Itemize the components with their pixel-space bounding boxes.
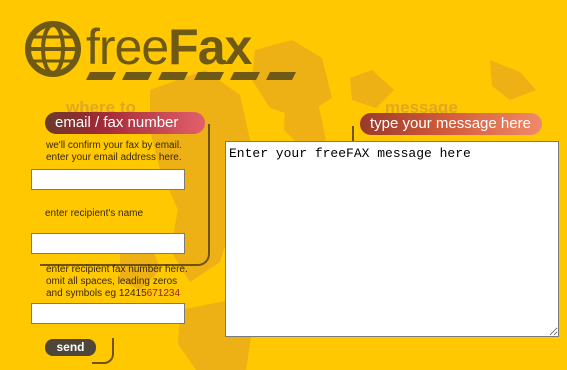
brand-free: free (86, 19, 169, 75)
message-textarea[interactable]: Enter your freeFAX message here (225, 141, 559, 337)
brand-fax: Fax (168, 19, 252, 75)
email-input[interactable] (31, 169, 185, 190)
fax-example-part-b: 671234 (146, 288, 181, 299)
fax-example-part-a: 12415 (118, 288, 147, 299)
brand-logo: freeFax (86, 19, 252, 75)
email-fax-number-label: email / fax number (45, 112, 205, 134)
email-help-line-2: enter your email address here. (46, 152, 182, 163)
fax-help-line-3-text: and symbols eg (46, 288, 119, 299)
fax-help-line-1: enter recipient fax number here. (46, 264, 188, 275)
email-help-line-1: we'll confirm your fax by email. (46, 140, 182, 151)
globe-icon (25, 21, 81, 77)
fax-help-line-3: and symbols eg 12415671234 (46, 288, 188, 300)
fax-help-line-2: omit all spaces, leading zeros (46, 276, 178, 287)
logo-dashes (86, 72, 296, 80)
send-button[interactable]: send (45, 339, 96, 356)
type-message-label: type your message here (360, 113, 542, 135)
recipient-name-label: enter recipient's name (45, 208, 144, 219)
recipient-name-input[interactable] (31, 233, 185, 254)
fax-number-input[interactable] (31, 303, 185, 324)
email-help-text: we'll confirm your fax by email. enter y… (46, 140, 182, 164)
fax-help-text: enter recipient fax number here. omit al… (46, 264, 188, 300)
